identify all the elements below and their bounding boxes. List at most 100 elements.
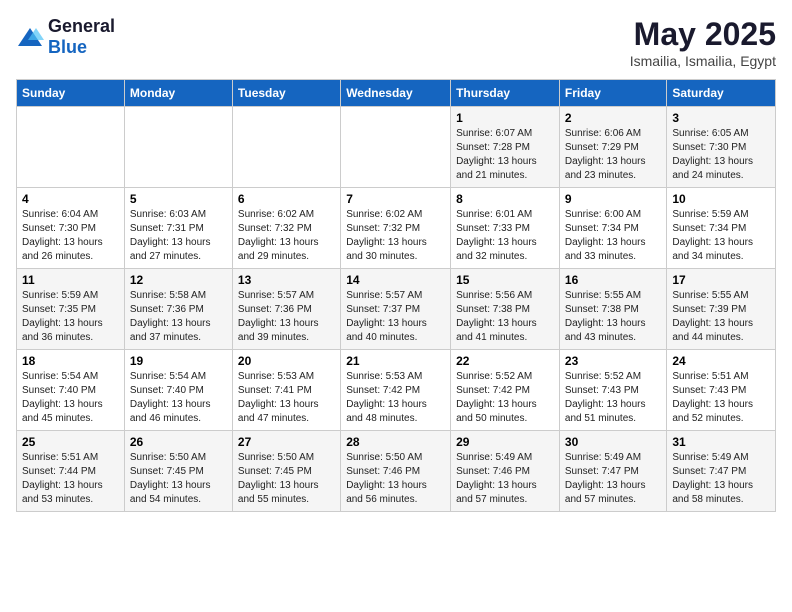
- day-number: 24: [672, 354, 770, 368]
- day-number: 16: [565, 273, 661, 287]
- day-detail: Sunrise: 5:57 AM Sunset: 7:37 PM Dayligh…: [346, 289, 445, 345]
- day-detail: Sunrise: 5:54 AM Sunset: 7:40 PM Dayligh…: [22, 370, 119, 426]
- day-number: 7: [346, 192, 445, 206]
- day-detail: Sunrise: 5:54 AM Sunset: 7:40 PM Dayligh…: [130, 370, 227, 426]
- calendar-cell: 1 Sunrise: 6:07 AM Sunset: 7:28 PM Daylig…: [451, 107, 560, 188]
- day-number: 4: [22, 192, 119, 206]
- day-number: 14: [346, 273, 445, 287]
- day-detail: Sunrise: 5:55 AM Sunset: 7:38 PM Dayligh…: [565, 289, 661, 345]
- calendar-cell: 6 Sunrise: 6:02 AM Sunset: 7:32 PM Daylig…: [232, 188, 340, 269]
- day-detail: Sunrise: 5:55 AM Sunset: 7:39 PM Dayligh…: [672, 289, 770, 345]
- day-detail: Sunrise: 5:56 AM Sunset: 7:38 PM Dayligh…: [456, 289, 554, 345]
- subtitle: Ismailia, Ismailia, Egypt: [630, 53, 776, 69]
- day-detail: Sunrise: 5:59 AM Sunset: 7:35 PM Dayligh…: [22, 289, 119, 345]
- day-header-thursday: Thursday: [451, 80, 560, 107]
- day-number: 22: [456, 354, 554, 368]
- day-detail: Sunrise: 6:03 AM Sunset: 7:31 PM Dayligh…: [130, 208, 227, 264]
- day-detail: Sunrise: 5:50 AM Sunset: 7:45 PM Dayligh…: [130, 451, 227, 507]
- day-detail: Sunrise: 6:02 AM Sunset: 7:32 PM Dayligh…: [346, 208, 445, 264]
- day-number: 21: [346, 354, 445, 368]
- calendar-cell: 24 Sunrise: 5:51 AM Sunset: 7:43 PM Dayli…: [667, 350, 776, 431]
- day-detail: Sunrise: 6:01 AM Sunset: 7:33 PM Dayligh…: [456, 208, 554, 264]
- day-detail: Sunrise: 5:49 AM Sunset: 7:47 PM Dayligh…: [565, 451, 661, 507]
- day-number: 31: [672, 435, 770, 449]
- day-header-wednesday: Wednesday: [341, 80, 451, 107]
- day-number: 26: [130, 435, 227, 449]
- day-detail: Sunrise: 6:04 AM Sunset: 7:30 PM Dayligh…: [22, 208, 119, 264]
- day-detail: Sunrise: 6:06 AM Sunset: 7:29 PM Dayligh…: [565, 127, 661, 183]
- day-number: 5: [130, 192, 227, 206]
- calendar-cell: 10 Sunrise: 5:59 AM Sunset: 7:34 PM Dayli…: [667, 188, 776, 269]
- calendar-cell: 19 Sunrise: 5:54 AM Sunset: 7:40 PM Dayli…: [124, 350, 232, 431]
- day-detail: Sunrise: 6:00 AM Sunset: 7:34 PM Dayligh…: [565, 208, 661, 264]
- day-detail: Sunrise: 6:07 AM Sunset: 7:28 PM Dayligh…: [456, 127, 554, 183]
- day-number: 13: [238, 273, 335, 287]
- calendar-cell: [341, 107, 451, 188]
- title-area: May 2025 Ismailia, Ismailia, Egypt: [630, 16, 776, 69]
- day-detail: Sunrise: 5:59 AM Sunset: 7:34 PM Dayligh…: [672, 208, 770, 264]
- day-number: 18: [22, 354, 119, 368]
- day-detail: Sunrise: 6:05 AM Sunset: 7:30 PM Dayligh…: [672, 127, 770, 183]
- day-header-tuesday: Tuesday: [232, 80, 340, 107]
- calendar-cell: [124, 107, 232, 188]
- logo-icon: [16, 26, 44, 48]
- calendar-cell: 22 Sunrise: 5:52 AM Sunset: 7:42 PM Dayli…: [451, 350, 560, 431]
- day-detail: Sunrise: 5:49 AM Sunset: 7:47 PM Dayligh…: [672, 451, 770, 507]
- header: General Blue May 2025 Ismailia, Ismailia…: [16, 16, 776, 69]
- calendar-cell: 4 Sunrise: 6:04 AM Sunset: 7:30 PM Daylig…: [17, 188, 125, 269]
- day-number: 9: [565, 192, 661, 206]
- day-number: 27: [238, 435, 335, 449]
- day-header-saturday: Saturday: [667, 80, 776, 107]
- calendar-cell: 25 Sunrise: 5:51 AM Sunset: 7:44 PM Dayli…: [17, 431, 125, 512]
- day-number: 3: [672, 111, 770, 125]
- calendar-cell: [232, 107, 340, 188]
- day-detail: Sunrise: 5:51 AM Sunset: 7:44 PM Dayligh…: [22, 451, 119, 507]
- day-number: 25: [22, 435, 119, 449]
- calendar-cell: 26 Sunrise: 5:50 AM Sunset: 7:45 PM Dayli…: [124, 431, 232, 512]
- calendar-cell: 23Sunrise: 5:52 AM Sunset: 7:43 PM Dayli…: [559, 350, 666, 431]
- calendar-cell: 7 Sunrise: 6:02 AM Sunset: 7:32 PM Daylig…: [341, 188, 451, 269]
- day-number: 23: [565, 354, 661, 368]
- day-detail: Sunrise: 6:02 AM Sunset: 7:32 PM Dayligh…: [238, 208, 335, 264]
- calendar-cell: 14 Sunrise: 5:57 AM Sunset: 7:37 PM Dayli…: [341, 269, 451, 350]
- week-row-2: 4 Sunrise: 6:04 AM Sunset: 7:30 PM Daylig…: [17, 188, 776, 269]
- calendar-table: SundayMondayTuesdayWednesdayThursdayFrid…: [16, 79, 776, 512]
- day-number: 28: [346, 435, 445, 449]
- calendar-cell: 27Sunrise: 5:50 AM Sunset: 7:45 PM Dayli…: [232, 431, 340, 512]
- day-number: 10: [672, 192, 770, 206]
- calendar-cell: 12 Sunrise: 5:58 AM Sunset: 7:36 PM Dayli…: [124, 269, 232, 350]
- calendar-cell: 9 Sunrise: 6:00 AM Sunset: 7:34 PM Daylig…: [559, 188, 666, 269]
- day-detail: Sunrise: 5:58 AM Sunset: 7:36 PM Dayligh…: [130, 289, 227, 345]
- calendar-cell: 11 Sunrise: 5:59 AM Sunset: 7:35 PM Dayli…: [17, 269, 125, 350]
- day-detail: Sunrise: 5:52 AM Sunset: 7:42 PM Dayligh…: [456, 370, 554, 426]
- day-number: 1: [456, 111, 554, 125]
- day-number: 30: [565, 435, 661, 449]
- logo-blue: Blue: [48, 37, 87, 57]
- day-number: 2: [565, 111, 661, 125]
- day-detail: Sunrise: 5:57 AM Sunset: 7:36 PM Dayligh…: [238, 289, 335, 345]
- calendar-header-row: SundayMondayTuesdayWednesdayThursdayFrid…: [17, 80, 776, 107]
- day-detail: Sunrise: 5:49 AM Sunset: 7:46 PM Dayligh…: [456, 451, 554, 507]
- day-number: 15: [456, 273, 554, 287]
- calendar-cell: 13 Sunrise: 5:57 AM Sunset: 7:36 PM Dayli…: [232, 269, 340, 350]
- day-detail: Sunrise: 5:53 AM Sunset: 7:41 PM Dayligh…: [238, 370, 335, 426]
- calendar-cell: 30 Sunrise: 5:49 AM Sunset: 7:47 PM Dayli…: [559, 431, 666, 512]
- logo-general: General: [48, 16, 115, 36]
- calendar-cell: 17Sunrise: 5:55 AM Sunset: 7:39 PM Dayli…: [667, 269, 776, 350]
- calendar-cell: 15 Sunrise: 5:56 AM Sunset: 7:38 PM Dayli…: [451, 269, 560, 350]
- day-number: 11: [22, 273, 119, 287]
- month-title: May 2025: [630, 16, 776, 53]
- week-row-4: 18 Sunrise: 5:54 AM Sunset: 7:40 PM Dayli…: [17, 350, 776, 431]
- day-detail: Sunrise: 5:51 AM Sunset: 7:43 PM Dayligh…: [672, 370, 770, 426]
- day-header-sunday: Sunday: [17, 80, 125, 107]
- day-number: 6: [238, 192, 335, 206]
- day-header-monday: Monday: [124, 80, 232, 107]
- calendar-cell: 29Sunrise: 5:49 AM Sunset: 7:46 PM Dayli…: [451, 431, 560, 512]
- day-number: 12: [130, 273, 227, 287]
- day-number: 20: [238, 354, 335, 368]
- day-number: 19: [130, 354, 227, 368]
- week-row-1: 1 Sunrise: 6:07 AM Sunset: 7:28 PM Daylig…: [17, 107, 776, 188]
- day-header-friday: Friday: [559, 80, 666, 107]
- day-detail: Sunrise: 5:50 AM Sunset: 7:46 PM Dayligh…: [346, 451, 445, 507]
- day-detail: Sunrise: 5:53 AM Sunset: 7:42 PM Dayligh…: [346, 370, 445, 426]
